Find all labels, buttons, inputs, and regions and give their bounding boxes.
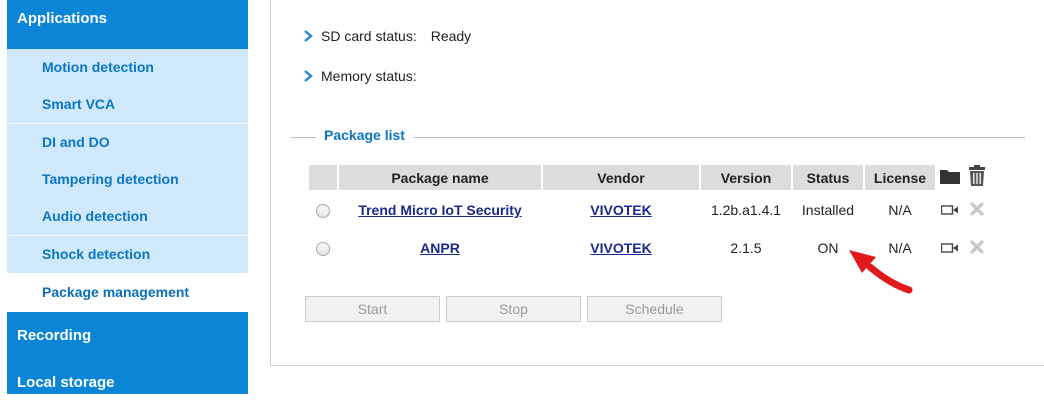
start-button[interactable]: Start: [305, 296, 440, 322]
stop-button[interactable]: Stop: [446, 296, 581, 322]
sd-card-status-value: Ready: [430, 28, 472, 44]
select-column-header: [309, 165, 337, 190]
memory-status: Memory status:: [304, 68, 431, 84]
sidebar: Applications Motion detection Smart VCA …: [0, 0, 248, 394]
sidebar-item-tampering-detection[interactable]: Tampering detection: [7, 161, 248, 198]
sidebar-header-local-storage[interactable]: Local storage: [7, 356, 248, 394]
delete-icon[interactable]: [970, 239, 984, 254]
camera-cell: [937, 192, 963, 228]
chevron-right-icon: [304, 70, 313, 82]
delete-cell: [965, 230, 989, 266]
package-version: 1.2b.a1.4.1: [710, 202, 782, 218]
sidebar-header-label: Applications: [17, 10, 108, 27]
delete-cell: [965, 192, 989, 228]
schedule-button[interactable]: Schedule: [587, 296, 722, 322]
sd-card-status-label: SD card status:: [321, 28, 417, 44]
table-header-row: Package name Vendor Version Status Licen…: [309, 165, 989, 190]
vendor-link[interactable]: VIVOTEK: [590, 202, 651, 218]
sidebar-item-audio-detection[interactable]: Audio detection: [7, 198, 248, 235]
package-version: 2.1.5: [730, 240, 762, 256]
table-row: Trend Micro IoT Security VIVOTEK 1.2b.a1…: [309, 192, 989, 228]
sidebar-item-di-do[interactable]: DI and DO: [7, 124, 248, 161]
sidebar-item-label: Tampering detection: [42, 171, 179, 187]
sd-card-status: SD card status: Ready: [304, 28, 472, 44]
sidebar-item-smart-vca[interactable]: Smart VCA: [7, 86, 248, 123]
folder-icon: [940, 170, 960, 184]
sidebar-header-applications[interactable]: Applications: [7, 0, 248, 49]
sidebar-header-label: Recording: [17, 327, 92, 344]
sidebar-header-recording[interactable]: Recording: [7, 312, 248, 356]
sidebar-item-label: Motion detection: [42, 59, 154, 75]
package-name-link[interactable]: Trend Micro IoT Security: [358, 202, 521, 218]
delete-icon[interactable]: [970, 201, 984, 216]
folder-column-header: [937, 165, 963, 190]
column-header-status: Status: [793, 165, 863, 190]
sidebar-item-label: Package management: [42, 284, 190, 300]
column-header-license: License: [865, 165, 935, 190]
trash-column-header: [965, 165, 989, 190]
sidebar-header-label: Local storage: [17, 374, 115, 391]
trash-icon: [969, 165, 985, 186]
row-select-cell: [309, 230, 337, 266]
row-select-radio[interactable]: [316, 204, 330, 219]
row-select-cell: [309, 192, 337, 228]
sidebar-item-motion-detection[interactable]: Motion detection: [7, 49, 248, 86]
sidebar-item-label: Smart VCA: [42, 96, 116, 112]
memory-status-label: Memory status:: [321, 68, 417, 84]
camera-icon[interactable]: [940, 205, 959, 215]
camera-icon[interactable]: [940, 243, 959, 253]
column-header-version: Version: [701, 165, 791, 190]
annotation-arrow-icon: [849, 250, 913, 294]
sidebar-item-package-management[interactable]: Package management: [7, 274, 248, 311]
column-header-vendor: Vendor: [543, 165, 699, 190]
sidebar-item-label: Shock detection: [42, 246, 151, 262]
package-list-legend: Package list: [316, 127, 413, 143]
package-license: N/A: [888, 202, 912, 218]
package-name-link[interactable]: ANPR: [420, 240, 460, 256]
vendor-link[interactable]: VIVOTEK: [590, 240, 651, 256]
sidebar-item-shock-detection[interactable]: Shock detection: [7, 236, 248, 273]
column-header-package-name: Package name: [339, 165, 541, 190]
sidebar-item-label: Audio detection: [42, 208, 148, 224]
sidebar-item-label: DI and DO: [42, 134, 110, 150]
chevron-right-icon: [304, 30, 313, 42]
package-status: Installed: [801, 202, 855, 218]
row-select-radio[interactable]: [316, 242, 330, 257]
camera-cell: [937, 230, 963, 266]
